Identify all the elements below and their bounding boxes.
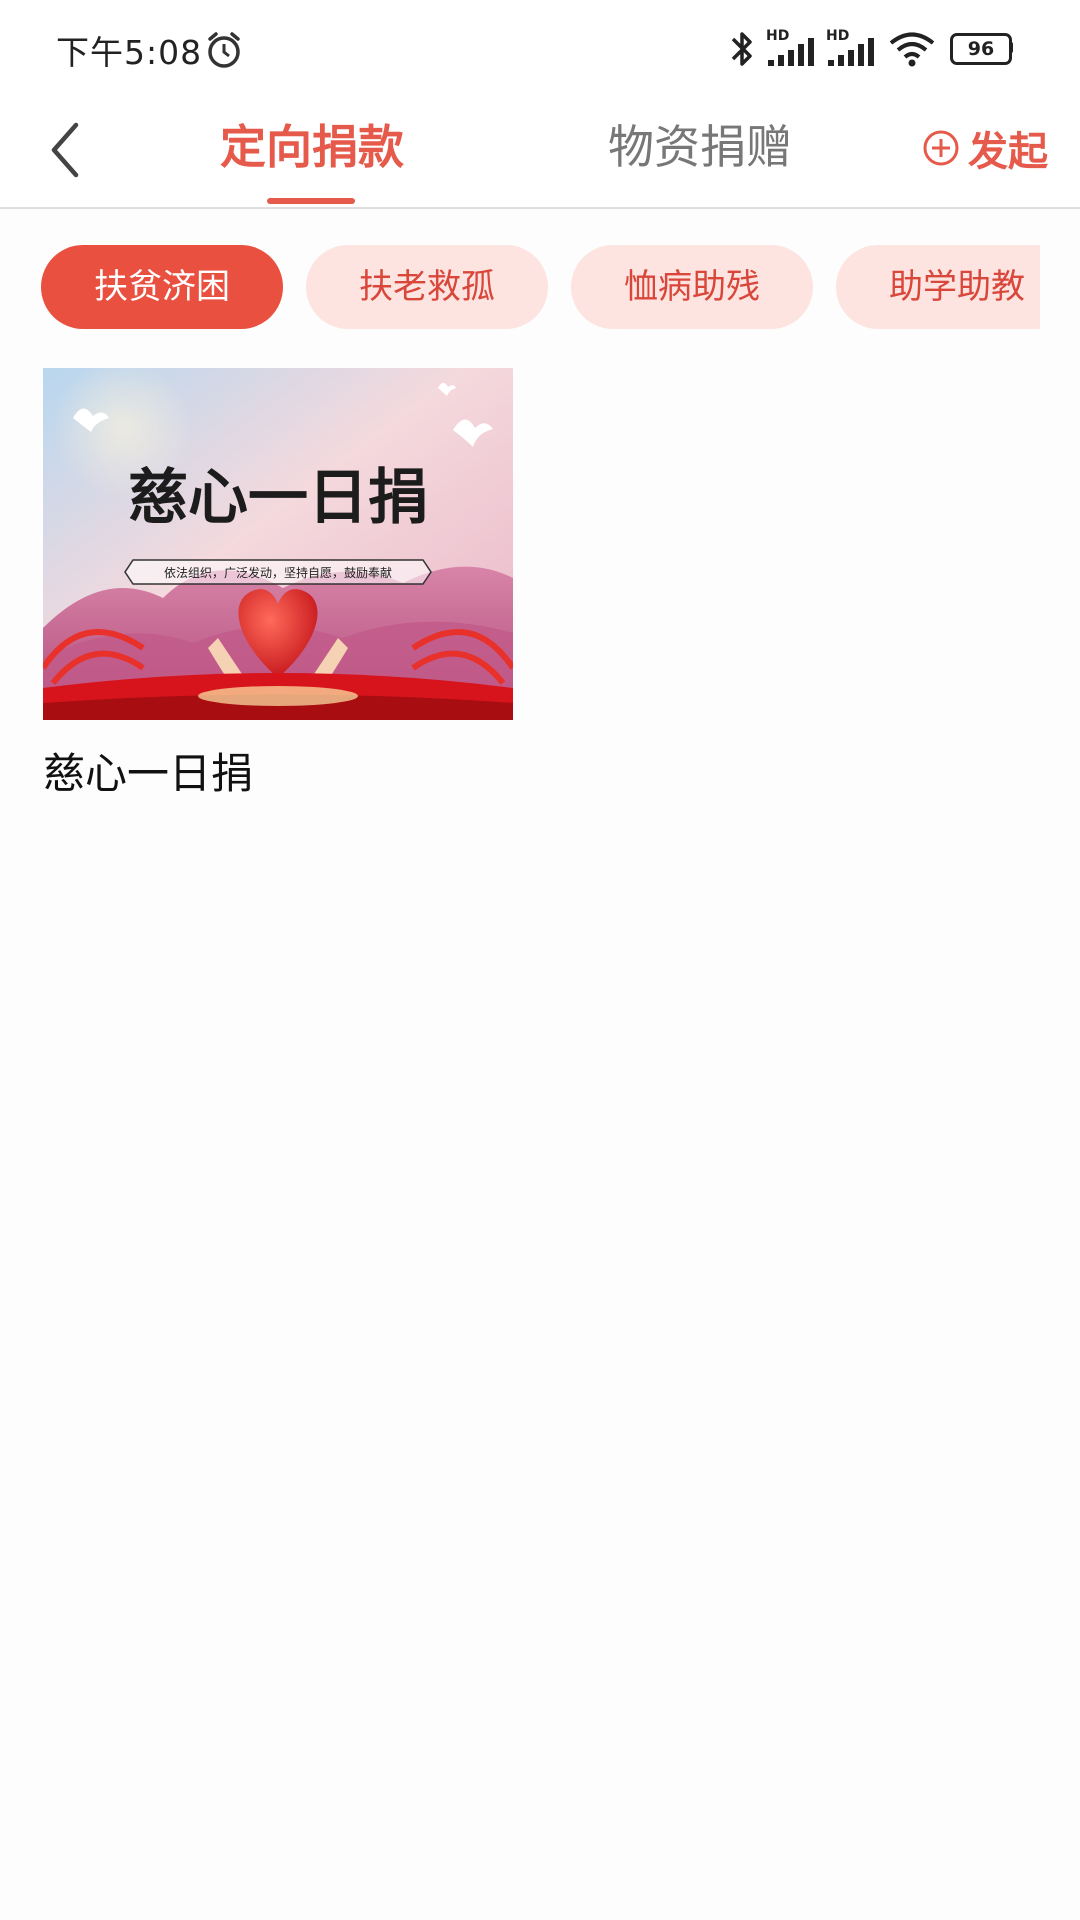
status-time: 下午5:08: [56, 33, 203, 72]
cellular-signal-2: HD: [826, 28, 878, 68]
plus-circle-icon: [923, 130, 959, 166]
project-cover-image[interactable]: 慈心一日捐 依法组织，广泛发动，坚持自愿，鼓励奉献: [43, 368, 513, 720]
wifi-icon: [889, 32, 935, 67]
category-education-aid[interactable]: 助学助教: [836, 245, 1040, 329]
project-title[interactable]: 慈心一日捐: [43, 740, 253, 801]
back-icon[interactable]: [40, 115, 90, 185]
category-poverty-relief[interactable]: 扶贫济困: [41, 245, 283, 329]
cellular-signal-1: HD: [766, 28, 818, 68]
active-tab-indicator: [267, 198, 355, 204]
signal-bars-icon: [768, 38, 814, 66]
battery-icon: 96: [950, 33, 1016, 65]
category-elderly-orphans[interactable]: 扶老救孤: [306, 245, 548, 329]
bluetooth-icon: [731, 32, 752, 66]
nav-bar: 定向捐款 物资捐赠 发起: [0, 95, 1080, 209]
category-filter-row: 扶贫济困 扶老救孤 恤病助残 助学助教: [0, 245, 1040, 329]
cover-headline: 慈心一日捐: [128, 463, 428, 533]
signal-bars-icon: [828, 38, 874, 66]
status-bar: 下午5:08 HD HD 96: [0, 0, 1080, 95]
alarm-icon: [208, 32, 240, 68]
launch-label: 发起: [968, 129, 1048, 175]
cover-slogan: 依法组织，广泛发动，坚持自愿，鼓励奉献: [164, 565, 392, 580]
launch-button[interactable]: 发起: [922, 120, 1048, 176]
tab-material-donation[interactable]: 物资捐赠: [608, 117, 792, 177]
tab-directed-donation[interactable]: 定向捐款: [220, 117, 404, 177]
battery-level: 96: [967, 38, 995, 60]
category-sick-disabled[interactable]: 恤病助残: [571, 245, 813, 329]
